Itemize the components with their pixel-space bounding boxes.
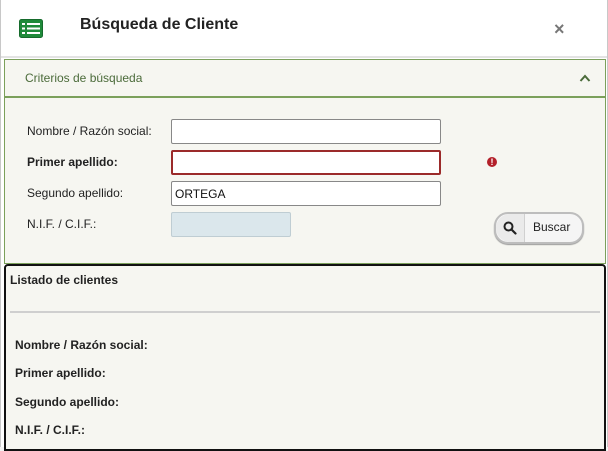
segundo-apellido-input[interactable]	[171, 181, 441, 206]
search-button-icon-area	[496, 214, 525, 242]
nombre-input[interactable]	[171, 119, 441, 144]
chevron-up-icon[interactable]	[579, 73, 591, 83]
close-icon[interactable]: ×	[554, 20, 565, 38]
client-list-panel: Listado de clientes Nombre / Razón socia…	[4, 264, 606, 451]
search-button-label: Buscar	[533, 220, 571, 234]
search-criteria-panel: Criterios de búsqueda Nombre / Razón soc…	[4, 59, 606, 264]
result-nombre-label: Nombre / Razón social:	[15, 338, 148, 352]
divider	[10, 311, 600, 313]
search-criteria-header[interactable]: Criterios de búsqueda	[5, 60, 605, 98]
result-segundo-apellido-label: Segundo apellido:	[15, 395, 119, 409]
nif-input	[171, 212, 291, 237]
error-icon: !	[487, 157, 497, 167]
result-primer-apellido-label: Primer apellido:	[15, 366, 106, 380]
dialog-title: Búsqueda de Cliente	[80, 16, 239, 33]
client-list-title: Listado de clientes	[10, 273, 119, 287]
primer-apellido-label: Primer apellido:	[27, 155, 118, 169]
result-nif-label: N.I.F. / C.I.F.:	[15, 423, 86, 437]
nombre-label: Nombre / Razón social:	[27, 124, 152, 138]
primer-apellido-input[interactable]	[171, 150, 441, 175]
search-client-dialog: Búsqueda de Cliente × Criterios de búsqu…	[0, 0, 608, 451]
search-icon	[503, 221, 517, 235]
search-button[interactable]: Buscar	[494, 212, 584, 244]
search-criteria-title: Criterios de búsqueda	[25, 71, 143, 85]
list-icon	[19, 19, 43, 38]
segundo-apellido-label: Segundo apellido:	[27, 186, 124, 200]
nif-label: N.I.F. / C.I.F.:	[27, 217, 97, 231]
dialog-title-bar: Búsqueda de Cliente ×	[1, 0, 607, 58]
